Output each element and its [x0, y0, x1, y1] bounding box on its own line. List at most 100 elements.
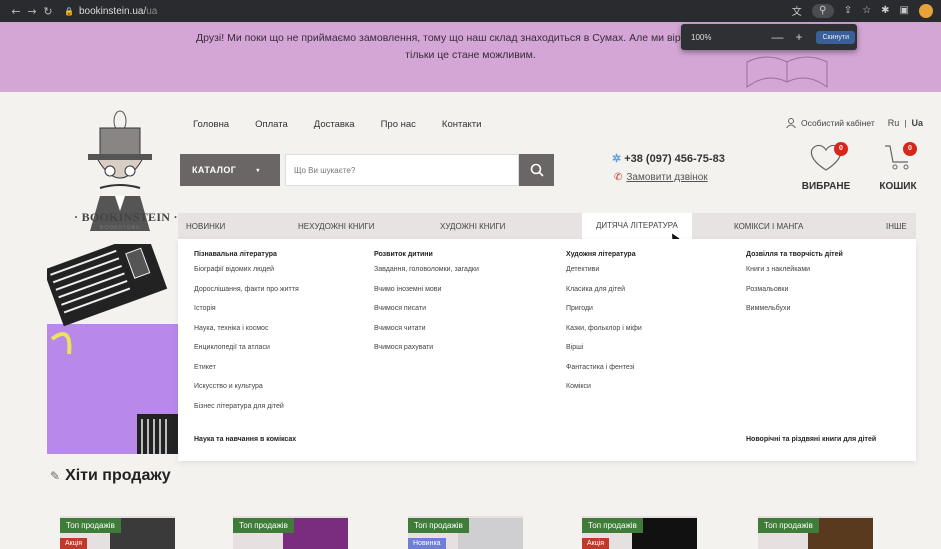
- category-bar: НОВИНКИ НЕХУДОЖНІ КНИГИ ХУДОЖНІ КНИГИ ДИ…: [178, 213, 916, 239]
- bookmark-star-icon[interactable]: ☆: [862, 5, 871, 16]
- cat-comics[interactable]: КОМІКСИ І МАНГА: [734, 222, 803, 231]
- reload-icon[interactable]: ↻: [40, 5, 56, 18]
- menu-item[interactable]: Історія: [194, 305, 299, 325]
- menu-column-cognitive: Пізнавальна література Біографії відомих…: [194, 251, 299, 422]
- url-path: ua: [146, 5, 158, 17]
- phone-text: +38 (097) 456-75-83: [624, 153, 725, 165]
- lang-ua[interactable]: Ua: [911, 118, 923, 128]
- menu-item[interactable]: Детективи: [566, 266, 642, 286]
- menu-item[interactable]: Фантастика і фентезі: [566, 364, 642, 384]
- bestsellers-title: Хіти продажу: [65, 467, 171, 484]
- menu-item[interactable]: Завдання, головоломки, загадки: [374, 266, 479, 286]
- cat-nonfiction[interactable]: НЕХУДОЖНІ КНИГИ: [298, 222, 375, 231]
- top-sales-badge: Топ продажів: [758, 518, 819, 533]
- menu-item[interactable]: Вчимо іноземні мови: [374, 286, 479, 306]
- cat-new[interactable]: НОВИНКИ: [186, 222, 225, 231]
- product-card[interactable]: Топ продажів Новинка: [408, 516, 523, 549]
- nav-home[interactable]: Головна: [193, 119, 229, 130]
- kyivstar-icon: ✲: [612, 153, 622, 165]
- menu-item[interactable]: Дорослішання, факти про життя: [194, 286, 299, 306]
- browser-toolbar: ← → ↻ 🔒 bookinstein.ua/ua 文 ⚲ ⇪ ☆ ✱ ▣: [0, 0, 941, 22]
- cart-button[interactable]: 0 КОШИК: [873, 142, 923, 192]
- cart-count: 0: [903, 142, 917, 156]
- menu-item[interactable]: Енциклопедії та атласи: [194, 344, 299, 364]
- product-card[interactable]: Топ продажів: [233, 516, 348, 549]
- menu-column-title[interactable]: Пізнавальна література: [194, 251, 299, 258]
- menu-footer-comics-science[interactable]: Наука та навчання в коміксах: [194, 436, 296, 443]
- callback-text: Замовити дзвінок: [626, 172, 708, 183]
- profile-avatar[interactable]: [919, 3, 933, 18]
- catalog-button[interactable]: КАТАЛОГ ▾: [180, 154, 280, 186]
- address-bar[interactable]: 🔒 bookinstein.ua/ua: [64, 6, 157, 17]
- sale-badge: Акція: [582, 538, 610, 549]
- nav-delivery[interactable]: Доставка: [314, 119, 355, 130]
- search-input[interactable]: [285, 154, 519, 186]
- zoom-in-button[interactable]: +: [795, 30, 802, 44]
- menu-footer-christmas-books[interactable]: Новорічні та різдвяні книги для дітей: [746, 436, 876, 443]
- user-icon[interactable]: [786, 118, 796, 128]
- open-book-illustration: [746, 56, 828, 88]
- back-icon[interactable]: ←: [8, 5, 24, 18]
- menu-item[interactable]: Розмальовки: [746, 286, 843, 306]
- menu-item[interactable]: Наука, техніка і космос: [194, 325, 299, 345]
- lang-separator: |: [904, 118, 907, 128]
- menu-item[interactable]: Біографії відомих людей: [194, 266, 299, 286]
- menu-item[interactable]: Вірші: [566, 344, 642, 364]
- product-card[interactable]: Топ продажів Акція: [582, 516, 697, 549]
- logo-subtitle: BOOKSTORE: [100, 225, 141, 231]
- menu-item[interactable]: Пригоди: [566, 305, 642, 325]
- top-nav: Головна Оплата Доставка Про нас Контакти: [193, 119, 507, 130]
- zoom-reset-button[interactable]: Скинути: [816, 30, 855, 44]
- search-button[interactable]: [519, 154, 554, 186]
- cat-fiction[interactable]: ХУДОЖНІ КНИГИ: [440, 222, 505, 231]
- sale-badge: Акція: [60, 538, 88, 549]
- menu-item[interactable]: Бізнес література для дітей: [194, 403, 299, 423]
- sidepanel-icon[interactable]: ▣: [900, 5, 909, 16]
- promo-card[interactable]: [47, 244, 178, 454]
- extensions-icon[interactable]: ✱: [881, 5, 889, 16]
- account-area: Особистий кабінет Ru | Ua: [786, 118, 923, 128]
- pencil-icon: ✎: [50, 469, 61, 483]
- menu-column-development: Розвиток дитини Завдання, головоломки, з…: [374, 251, 479, 364]
- menu-item[interactable]: Вчимося читати: [374, 325, 479, 345]
- nav-about[interactable]: Про нас: [381, 119, 416, 130]
- zoom-icon[interactable]: ⚲: [811, 3, 834, 18]
- logo-text[interactable]: · BOOKINSTEIN ·: [74, 210, 178, 225]
- search-icon: [530, 163, 544, 177]
- forward-icon[interactable]: →: [24, 5, 40, 18]
- lock-icon: 🔒: [64, 6, 74, 16]
- menu-item[interactable]: Искусство и культура: [194, 383, 299, 403]
- catalog-label: КАТАЛОГ: [192, 165, 237, 175]
- favorites-button[interactable]: 0 ВИБРАНЕ: [800, 142, 852, 192]
- top-sales-badge: Топ продажів: [60, 518, 121, 533]
- menu-item[interactable]: Книги з наклейками: [746, 266, 843, 286]
- menu-column-fiction: Художня література Детективи Класика для…: [566, 251, 642, 403]
- top-sales-badge: Топ продажів: [233, 518, 294, 533]
- menu-column-title[interactable]: Дозвілля та творчість дітей: [746, 251, 843, 258]
- menu-column-title[interactable]: Художня література: [566, 251, 642, 258]
- menu-item[interactable]: Класика для дітей: [566, 286, 642, 306]
- translate-icon[interactable]: 文: [792, 3, 802, 18]
- lang-ru[interactable]: Ru: [888, 118, 900, 128]
- cat-other[interactable]: ІНШЕ: [886, 222, 907, 231]
- share-icon[interactable]: ⇪: [844, 5, 852, 16]
- favorites-label: ВИБРАНЕ: [801, 181, 851, 192]
- menu-item[interactable]: Вчимося рахувати: [374, 344, 479, 364]
- nav-contacts[interactable]: Контакти: [442, 119, 482, 130]
- zoom-out-button[interactable]: —: [771, 30, 783, 44]
- phone-number[interactable]: ✲ +38 (097) 456-75-83: [612, 152, 725, 165]
- promo-card-illustration: [47, 244, 178, 454]
- account-link[interactable]: Особистий кабінет: [801, 118, 875, 128]
- menu-column-title[interactable]: Розвиток дитини: [374, 251, 479, 258]
- nav-payment[interactable]: Оплата: [255, 119, 288, 130]
- product-card[interactable]: Топ продажів: [758, 516, 873, 549]
- callback-link[interactable]: ✆ Замовити дзвінок: [614, 172, 708, 183]
- menu-item[interactable]: Казки, фольклор і міфи: [566, 325, 642, 345]
- menu-item[interactable]: Комікси: [566, 383, 642, 403]
- menu-column-leisure: Дозвілля та творчість дітей Книги з накл…: [746, 251, 843, 325]
- product-card[interactable]: Топ продажів Акція: [60, 516, 175, 549]
- menu-item[interactable]: Етикет: [194, 364, 299, 384]
- menu-item[interactable]: Виммельбухи: [746, 305, 843, 325]
- menu-item[interactable]: Вчимося писати: [374, 305, 479, 325]
- cart-label: КОШИК: [879, 181, 917, 192]
